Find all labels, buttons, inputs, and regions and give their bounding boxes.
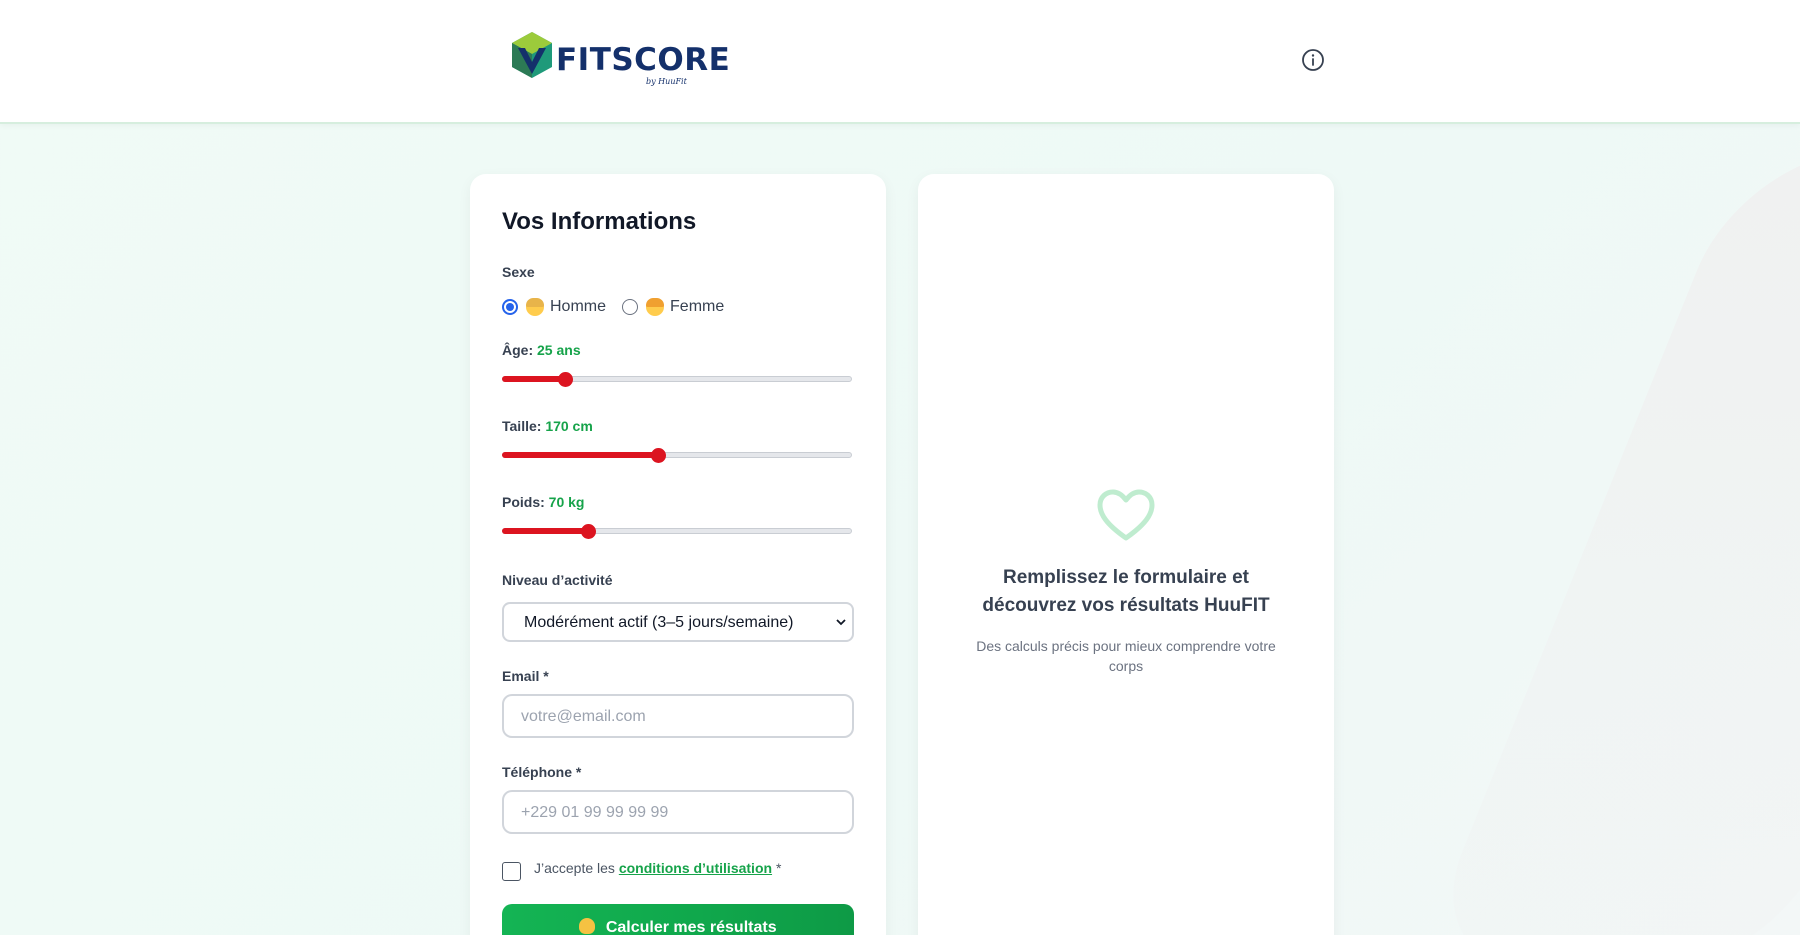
activity-label: Niveau d’activité [502, 572, 613, 588]
phone-label: Téléphone * [502, 764, 582, 780]
taille-slider-thumb[interactable] [651, 448, 666, 463]
age-slider-thumb[interactable] [558, 372, 573, 387]
calculate-button[interactable]: Calculer mes résultats [502, 904, 854, 935]
activity-select[interactable]: Modérément actif (3–5 jours/semaine) [502, 602, 854, 642]
results-placeholder-title: Remplissez le formulaire et découvrez vo… [982, 567, 1270, 616]
results-card: Remplissez le formulaire et découvrez vo… [918, 174, 1334, 935]
activity-selected-value: Modérément actif (3–5 jours/semaine) [524, 614, 794, 631]
taille-label: Taille: 170 cm [502, 418, 593, 434]
poids-label-text: Poids: [502, 494, 545, 510]
age-label-text: Âge: [502, 342, 534, 358]
form-title: Vos Informations [502, 208, 697, 235]
taille-slider[interactable] [502, 447, 852, 463]
top-header: FITSCORE by HuuFit [0, 0, 1800, 124]
radio-femme-label: Femme [670, 298, 725, 315]
taille-label-text: Taille: [502, 418, 542, 434]
poids-value: 70 kg [548, 494, 585, 510]
consent-text: J’accepte les conditions d’utilisation * [534, 860, 781, 876]
woman-emoji-icon [646, 298, 665, 316]
consent-checkbox[interactable] [502, 862, 521, 881]
chevron-down-icon [836, 619, 846, 626]
results-placeholder-subtitle: Des calculs précis pour mieux comprendre… [976, 638, 1276, 674]
sexe-label: Sexe [502, 264, 535, 280]
form-card: Vos Informations Sexe Homme Femme Âge: 2… [470, 174, 886, 935]
taille-value: 170 cm [545, 418, 593, 434]
fitscore-logo[interactable]: FITSCORE by HuuFit [508, 30, 731, 90]
phone-placeholder: +229 01 99 99 99 99 [521, 804, 669, 821]
brand-name: FITSCORE [556, 42, 731, 78]
calculate-button-label: Calculer mes résultats [605, 919, 777, 935]
flexed-biceps-icon [579, 918, 596, 934]
consent-prefix: J’accepte les [534, 860, 615, 876]
terms-link[interactable]: conditions d’utilisation [619, 860, 772, 876]
man-emoji-icon [526, 298, 544, 316]
radio-homme-input[interactable] [502, 299, 518, 315]
email-label: Email * [502, 668, 549, 684]
radio-femme[interactable]: Femme [622, 298, 724, 316]
heart-icon [1097, 489, 1155, 541]
poids-label: Poids: 70 kg [502, 494, 584, 510]
radio-homme[interactable]: Homme [502, 298, 606, 316]
phone-field[interactable]: +229 01 99 99 99 99 [502, 790, 854, 834]
consent-required-mark: * [775, 860, 782, 876]
radio-femme-input[interactable] [622, 299, 639, 315]
poids-slider[interactable] [502, 523, 852, 539]
age-label: Âge: 25 ans [502, 342, 581, 358]
age-value: 25 ans [537, 342, 581, 358]
logo-cube-icon [512, 32, 552, 78]
email-placeholder: votre@email.com [521, 708, 646, 725]
radio-homme-label: Homme [550, 298, 607, 315]
sexe-radio-group: Homme Femme [502, 296, 740, 318]
background-decoration [1414, 150, 1800, 935]
brand-subtitle: by HuuFit [646, 77, 687, 86]
info-icon[interactable] [1301, 48, 1325, 72]
poids-slider-thumb[interactable] [581, 524, 596, 539]
email-field[interactable]: votre@email.com [502, 694, 854, 738]
age-slider[interactable] [502, 371, 852, 387]
